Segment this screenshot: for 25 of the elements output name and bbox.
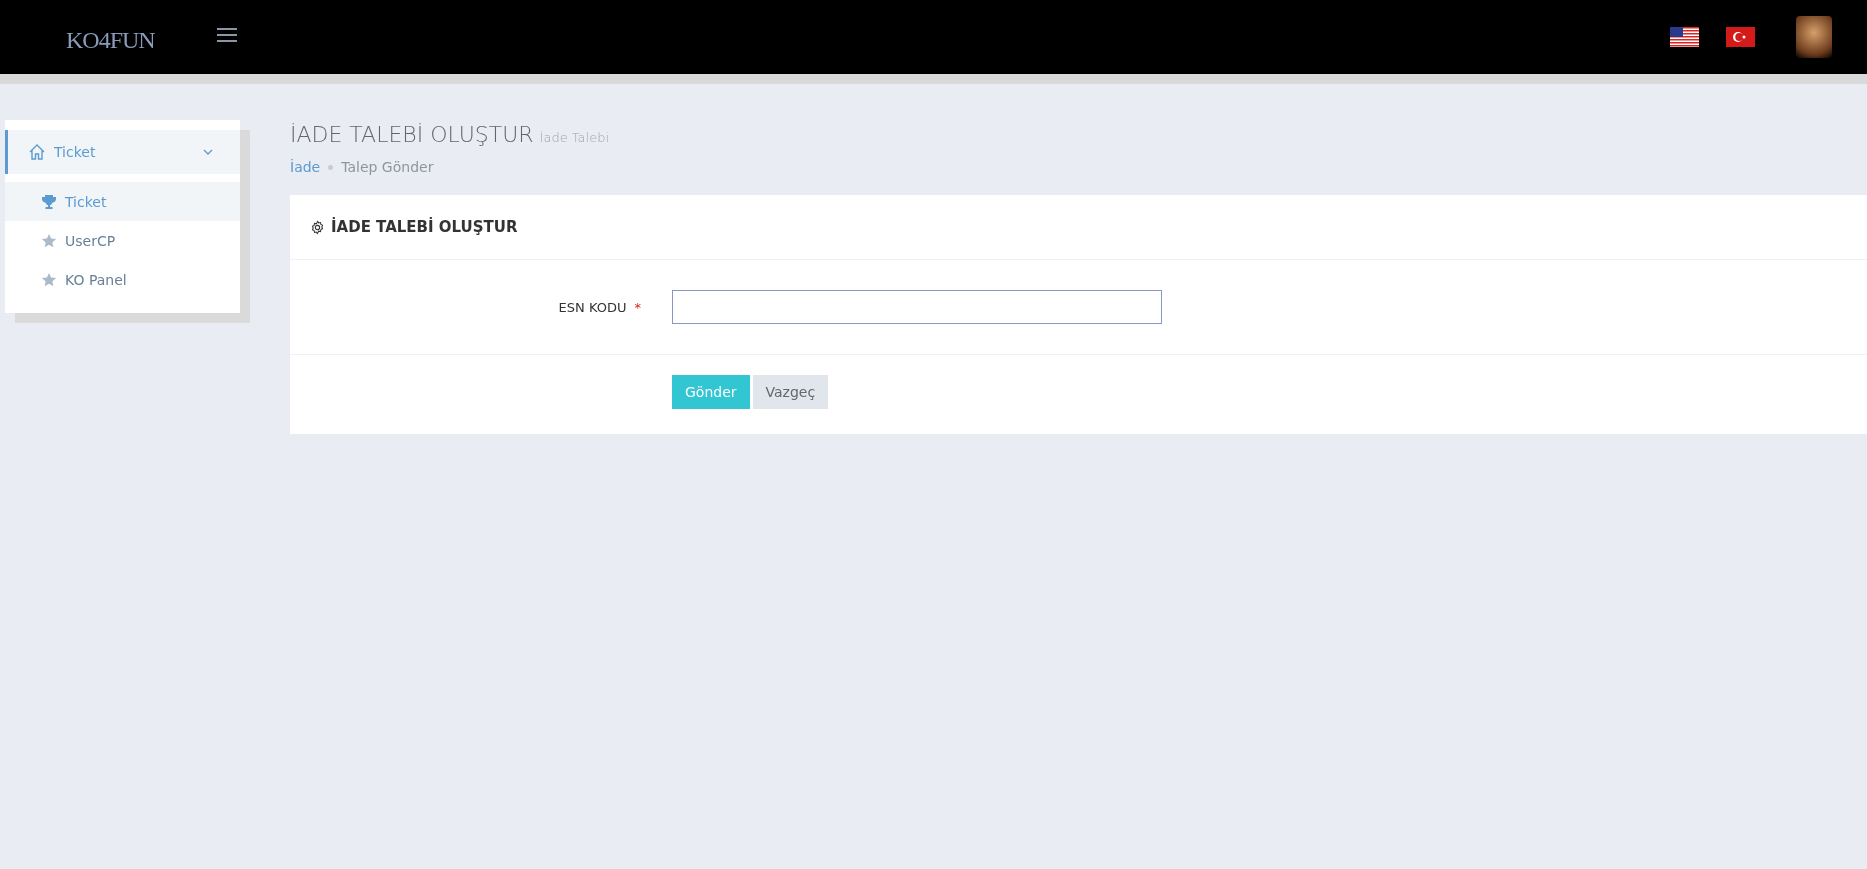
settings-icon [310, 219, 325, 235]
sidebar-item[interactable]: Ticket [5, 182, 240, 221]
sidebar-group[interactable]: Ticket [5, 130, 240, 174]
turkey-flag-icon[interactable] [1726, 27, 1755, 47]
page-title: İADE TALEBİ OLUŞTUR [290, 122, 534, 147]
us-flag-icon[interactable] [1670, 27, 1699, 47]
avatar[interactable] [1796, 16, 1832, 58]
esn-input-field[interactable] [672, 290, 1162, 324]
trophy-icon [41, 193, 57, 210]
cancel-button[interactable]: Vazgeç [752, 375, 829, 409]
submit-button[interactable]: Gönder [672, 375, 750, 409]
star-icon [41, 271, 57, 288]
sidebar-item[interactable]: KO Panel [5, 260, 240, 299]
home-icon [28, 143, 46, 161]
star-icon [41, 232, 57, 249]
breadcrumb-link[interactable]: İade [290, 159, 321, 175]
logo[interactable]: KO4FUN [66, 26, 155, 54]
breadcrumb-link[interactable]: Talep Gönder [341, 159, 434, 175]
card-title: İADE TALEBİ OLUŞTUR [331, 218, 518, 236]
sidebar-item[interactable]: UserCP [5, 221, 240, 260]
required-mark: * [634, 299, 641, 315]
menu-icon[interactable] [216, 27, 237, 43]
page-subtitle: İade Talebi [539, 130, 609, 145]
separator-dot [328, 164, 334, 170]
field-label: ESN KODU [558, 299, 627, 315]
